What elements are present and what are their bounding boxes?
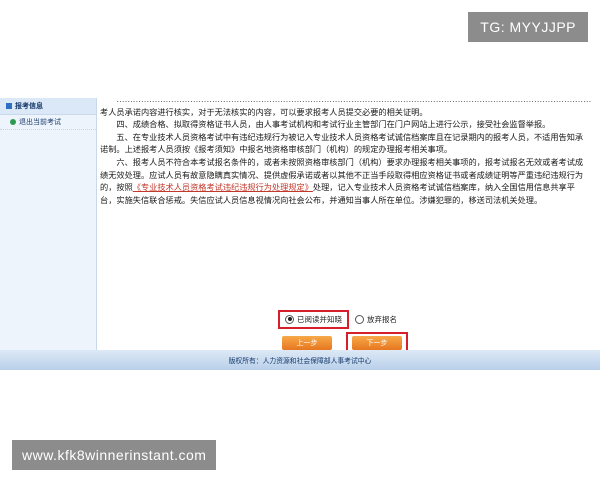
agree-radio[interactable] xyxy=(285,314,294,324)
prev-button[interactable]: 上一步 xyxy=(282,336,332,350)
sidebar-header: 报考信息 xyxy=(0,98,96,115)
notice-paragraph: 六、报考人员不符合本考试报名条件的，或者未按照资格审核部门（机构）要求办理报考相… xyxy=(100,156,590,206)
document-icon xyxy=(6,103,12,109)
sidebar-header-label: 报考信息 xyxy=(15,102,43,110)
notice-paragraph: 五、在专业技术人员资格考试中有违纪违规行为被记入专业技术人员资格考试诚信档案库且… xyxy=(100,131,584,155)
agreement-choice: 已阅读并知晓 放弃报名 xyxy=(278,308,397,330)
giveup-option-label: 放弃报名 xyxy=(367,314,397,324)
watermark-bottom: www.kfk8winnerinstant.com xyxy=(12,440,217,470)
sidebar: 报考信息 退出当前考试 xyxy=(0,98,97,350)
footer-copyright: 版权所有：人力资源和社会保障部人事考试中心 xyxy=(228,357,372,365)
watermark-top: TG: MYYJJPP xyxy=(468,12,588,42)
agree-option-label: 已阅读并知晓 xyxy=(297,314,342,324)
exit-icon xyxy=(10,119,16,125)
footer: 版权所有：人力资源和社会保障部人事考试中心 xyxy=(0,350,600,370)
sidebar-item-exit-exam[interactable]: 退出当前考试 xyxy=(0,115,96,130)
agree-option[interactable]: 已阅读并知晓 xyxy=(285,314,342,325)
sidebar-item-label: 退出当前考试 xyxy=(19,118,61,126)
notice-cut-line: …………………………………………………………………………………………………………… xyxy=(116,98,592,104)
app-frame: 报考信息 退出当前考试 …………………………………………………………………………… xyxy=(0,98,600,370)
agree-option-highlight: 已阅读并知晓 xyxy=(278,309,349,329)
notice-content: …………………………………………………………………………………………………………… xyxy=(100,98,592,308)
giveup-radio[interactable] xyxy=(355,314,364,324)
notice-paragraph: 考人员承诺内容进行核实，对于无法核实的内容，可以要求报考人员提交必要的相关证明。 xyxy=(100,106,428,117)
notice-paragraph: 四、成绩合格、拟取得资格证书人员，由人事考试机构和考试行业主管部门在门户网站上进… xyxy=(116,119,551,130)
next-button[interactable]: 下一步 xyxy=(352,336,402,350)
regulation-link[interactable]: 《专业技术人员资格考试违纪违规行为处理规定》 xyxy=(133,182,313,192)
giveup-option[interactable]: 放弃报名 xyxy=(355,314,397,325)
